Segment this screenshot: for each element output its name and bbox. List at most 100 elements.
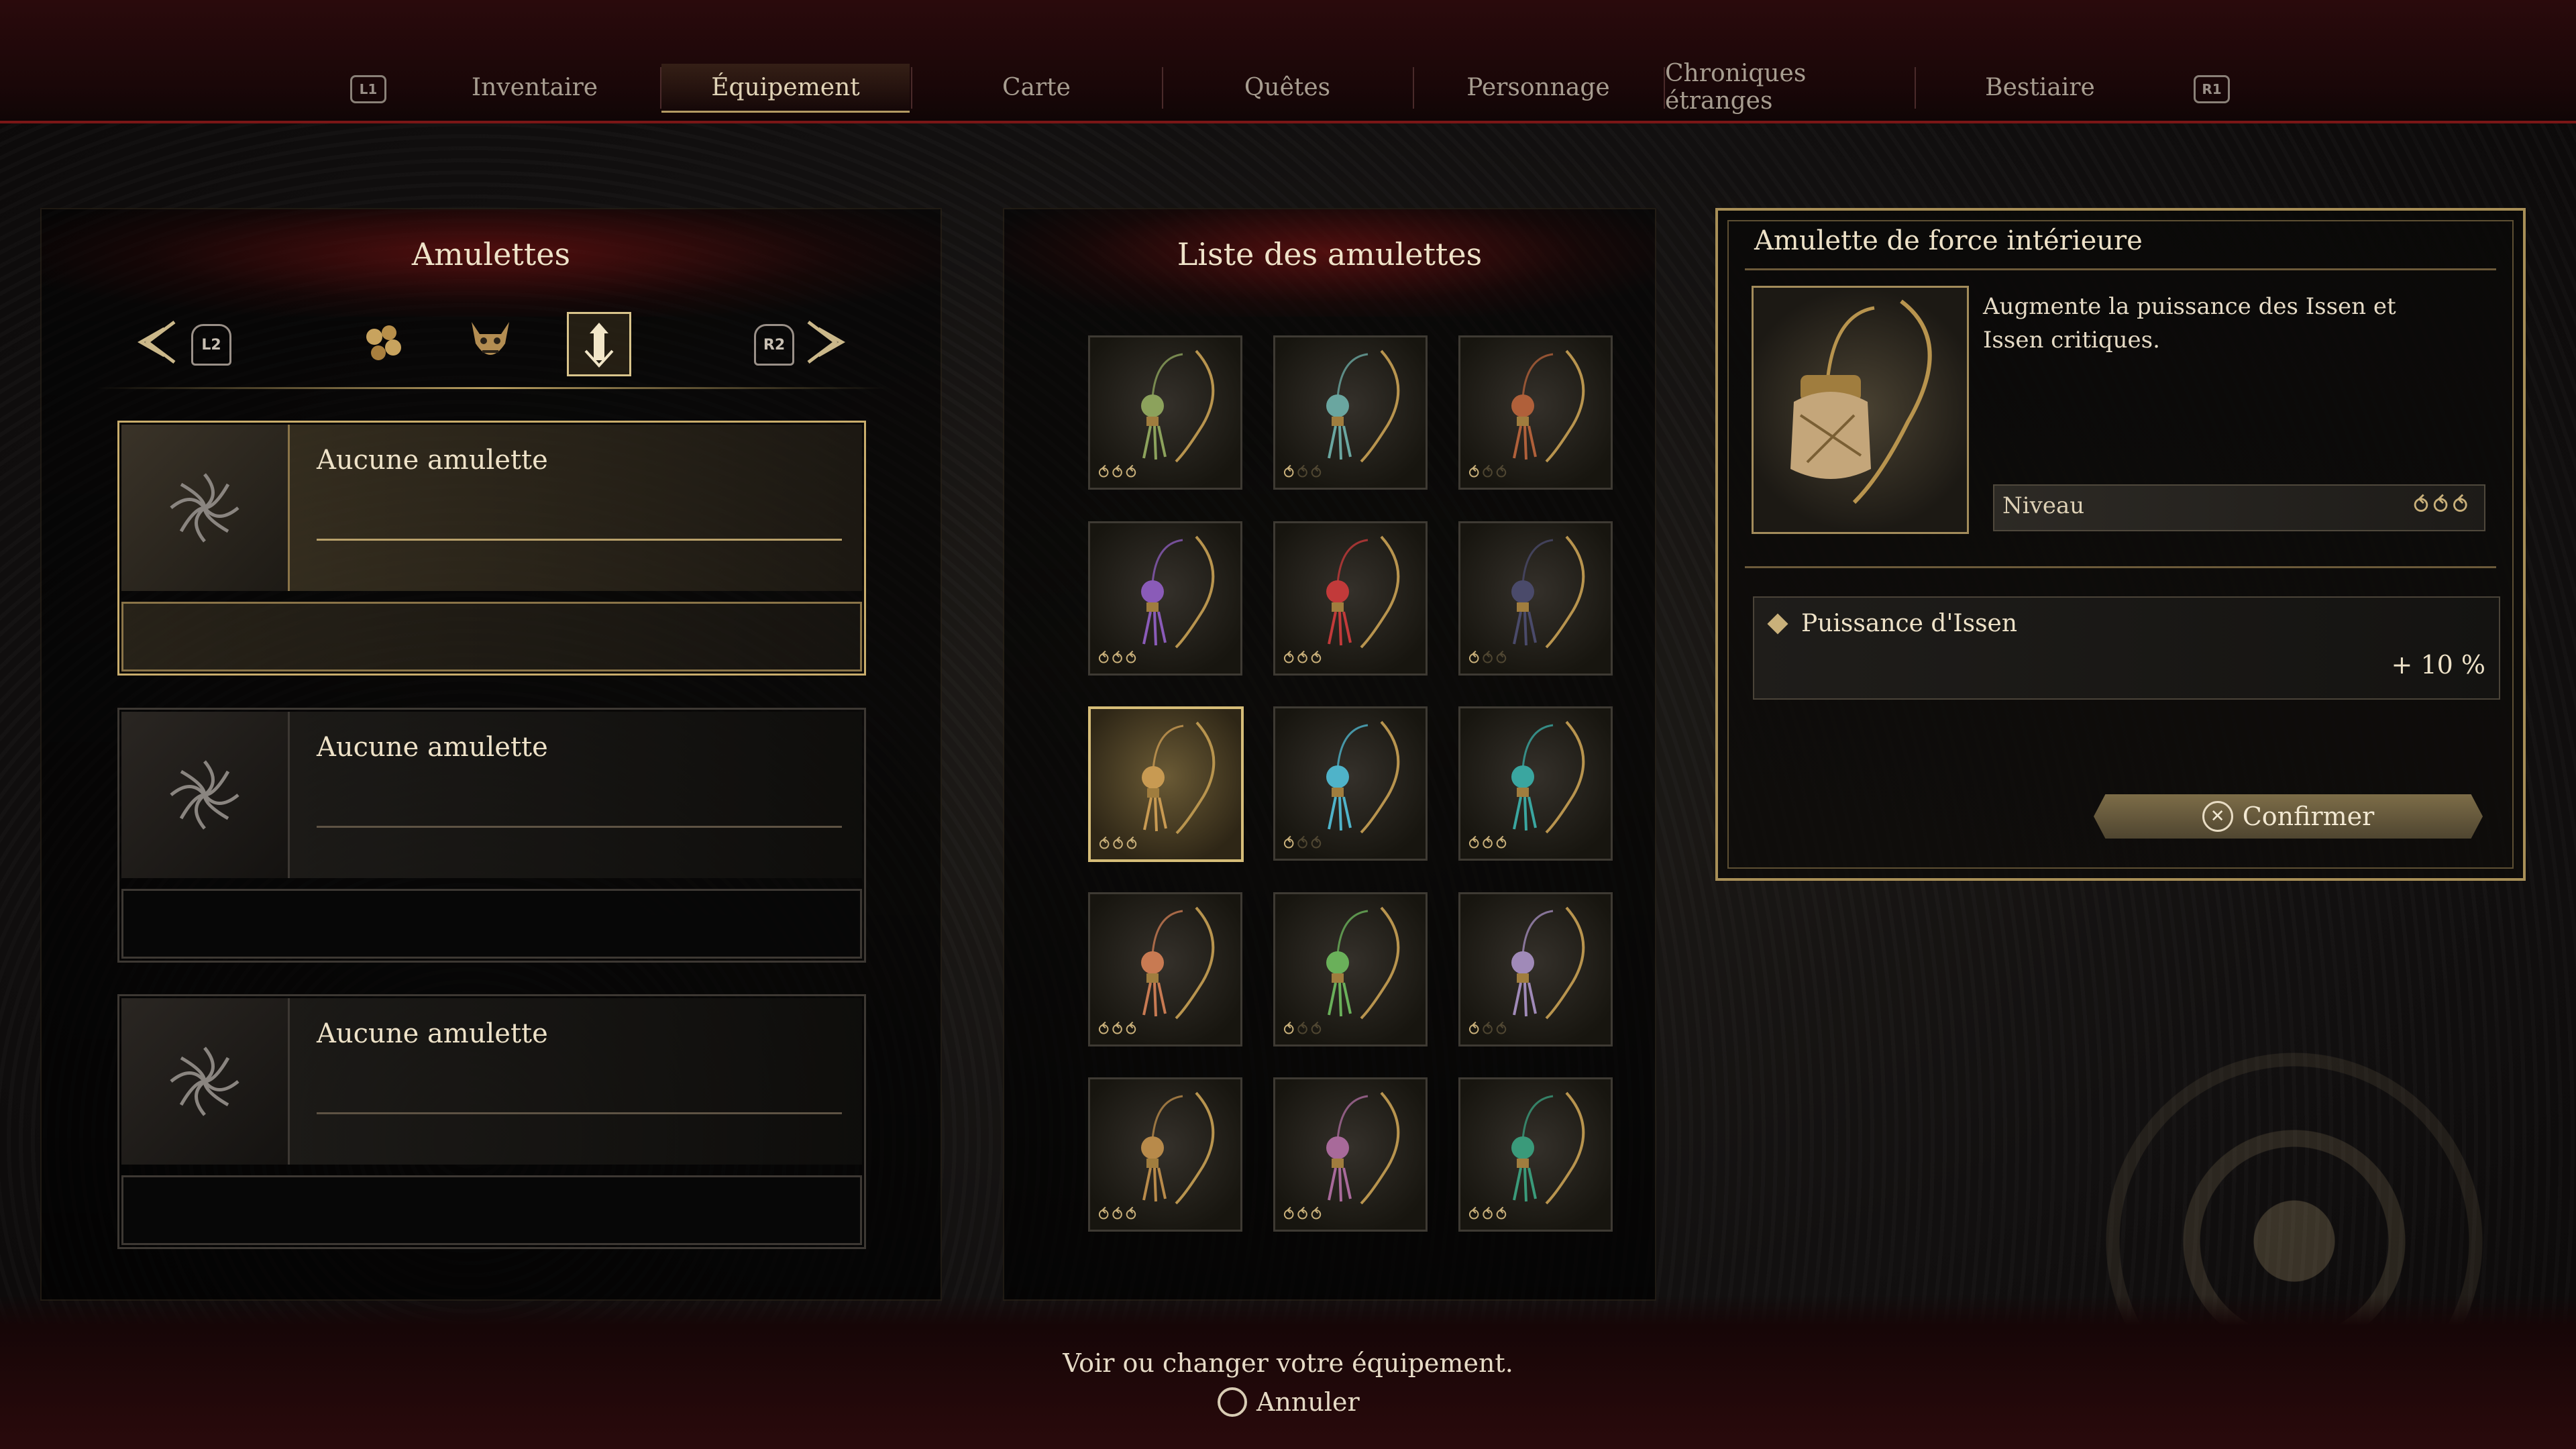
slot-name-area: Aucune amulette: [290, 425, 862, 591]
empty-slot-icon: [121, 998, 290, 1165]
slot-name-area: Aucune amulette: [290, 998, 862, 1165]
slot-underline: [317, 539, 842, 541]
tab-separator: [1413, 67, 1414, 109]
next-category-arrow-icon[interactable]: [802, 315, 855, 369]
main-tabs: Inventaire Équipement Carte Quêtes Personnag…: [0, 60, 2576, 115]
level-indicator: ⥀⥀⥀: [1283, 1020, 1325, 1039]
amulet-list-item[interactable]: ⥀⥀⥀: [1088, 521, 1242, 676]
cancel-button[interactable]: Annuler: [1218, 1387, 1360, 1417]
tab-0[interactable]: Inventaire: [411, 64, 659, 111]
amulet-list-item[interactable]: ⥀⥀⥀: [1273, 706, 1428, 861]
level-indicator: ⥀⥀⥀: [1098, 1020, 1140, 1039]
level-indicator: ⥀⥀⥀: [1283, 1205, 1325, 1224]
amulet-description: Augmente la puissance des Issen et Issen…: [1983, 293, 2396, 354]
amulet-icon: [1326, 720, 1400, 834]
amulet-icon: [1142, 721, 1216, 835]
stat-name: Puissance d'Issen: [1801, 610, 2018, 637]
amulet-icon: [1326, 535, 1400, 649]
divider: [95, 387, 887, 389]
amulet-list-item[interactable]: ⥀⥀⥀: [1088, 892, 1242, 1046]
amulet-icon: [1326, 906, 1400, 1020]
amulet-list-item[interactable]: ⥀⥀⥀: [1273, 1077, 1428, 1232]
level-indicator: ⥀⥀⥀: [1099, 835, 1140, 854]
prev-category-arrow-icon[interactable]: [127, 315, 181, 369]
tab-6[interactable]: Bestiaire: [1916, 64, 2164, 111]
amulet-icon: [1141, 1091, 1215, 1205]
level-indicator: ⥀⥀⥀: [1098, 1205, 1140, 1224]
amulet-icon: [1511, 720, 1585, 834]
amulet-list-item[interactable]: ⥀⥀⥀: [1088, 335, 1242, 490]
amulet-category-icon[interactable]: [567, 312, 631, 376]
tab-1[interactable]: Équipement: [661, 64, 910, 113]
amulet-list-item[interactable]: ⥀⥀⥀: [1458, 521, 1613, 676]
level-indicator: ⥀⥀⥀: [1468, 1205, 1510, 1224]
amulet-list-item[interactable]: ⥀⥀⥀: [1458, 706, 1613, 861]
panel-title: Amulettes: [411, 236, 571, 272]
level-label: Niveau: [2002, 492, 2085, 519]
panel-title: Liste des amulettes: [1177, 236, 1483, 272]
divider: [1745, 566, 2496, 568]
amulet-icon: [1326, 350, 1400, 463]
amulet-list-item[interactable]: ⥀⥀⥀: [1273, 892, 1428, 1046]
amulet-icon: [1326, 1091, 1400, 1205]
slot-name: Aucune amulette: [317, 732, 548, 763]
amulet-list-item[interactable]: ⥀⥀⥀: [1273, 521, 1428, 676]
level-indicator: ⥀⥀⥀: [1468, 835, 1510, 853]
amulet-list-item[interactable]: ⥀⥀⥀: [1458, 892, 1613, 1046]
slot-effect-area: [121, 602, 862, 672]
confirm-label: Confirmer: [2242, 802, 2375, 831]
level-indicator: ⥀⥀⥀: [1468, 464, 1510, 482]
beads-icon[interactable]: [354, 312, 414, 372]
level-indicator: ⥀⥀⥀: [1468, 649, 1510, 668]
tab-separator: [1915, 67, 1916, 109]
tab-separator: [660, 67, 661, 109]
oni-mask-icon[interactable]: [460, 312, 521, 372]
level-indicator: ⥀⥀⥀: [1283, 649, 1325, 668]
amulet-icon: [1141, 350, 1215, 463]
empty-slot-icon: [121, 425, 290, 591]
tab-separator: [1664, 67, 1665, 109]
tab-5[interactable]: Chroniques étranges: [1665, 60, 1913, 115]
tab-2[interactable]: Carte: [912, 64, 1161, 111]
amulet-icon: [1511, 906, 1585, 1020]
slot-effect-area: [121, 889, 862, 959]
level-indicator: ⥀⥀⥀: [1283, 835, 1325, 853]
empty-slot-icon: [121, 712, 290, 878]
amulet-list-item[interactable]: ⥀⥀⥀: [1458, 1077, 1613, 1232]
amulet-list-item[interactable]: ⥀⥀⥀: [1088, 1077, 1242, 1232]
level-indicator: ⥀⥀⥀: [1283, 464, 1325, 482]
divider: [1745, 268, 2496, 270]
level-indicator: ⥀⥀⥀: [1098, 464, 1140, 482]
level-indicator: ⥀⥀⥀: [2413, 492, 2472, 519]
slot-name: Aucune amulette: [317, 1018, 548, 1049]
level-bar: Niveau ⥀⥀⥀: [1993, 484, 2485, 531]
tab-4[interactable]: Personnage: [1414, 64, 1662, 111]
amulet-list-item[interactable]: ⥀⥀⥀: [1088, 706, 1244, 862]
slot-underline: [317, 826, 842, 828]
tab-3[interactable]: Quêtes: [1163, 64, 1411, 111]
amulet-icon: [1511, 1091, 1585, 1205]
tab-separator: [1162, 67, 1163, 109]
amulet-list-item[interactable]: ⥀⥀⥀: [1458, 335, 1613, 490]
l2-button-hint[interactable]: L2: [191, 324, 231, 366]
slot-name: Aucune amulette: [317, 445, 548, 476]
level-indicator: ⥀⥀⥀: [1098, 649, 1140, 668]
stat-diamond-icon: [1767, 613, 1788, 635]
amulet-icon: [1141, 535, 1215, 649]
amulet-slot-1[interactable]: Aucune amulette: [117, 421, 866, 676]
tab-separator: [911, 67, 912, 109]
stat-value: + 10 %: [2391, 650, 2485, 680]
confirm-button[interactable]: ✕ Confirmer: [2094, 794, 2483, 839]
slot-name-area: Aucune amulette: [290, 712, 862, 878]
selected-amulet-image: [1752, 286, 1969, 534]
amulet-slot-3[interactable]: Aucune amulette: [117, 994, 866, 1249]
stat-box: Puissance d'Issen + 10 %: [1753, 596, 2500, 700]
r2-button-hint[interactable]: R2: [754, 324, 794, 366]
cancel-label: Annuler: [1256, 1387, 1360, 1417]
amulet-slot-2[interactable]: Aucune amulette: [117, 708, 866, 963]
cross-button-icon: ✕: [2202, 801, 2233, 832]
amulet-list-item[interactable]: ⥀⥀⥀: [1273, 335, 1428, 490]
circle-button-icon: [1218, 1387, 1247, 1417]
amulet-detail-panel: Amulette de force intérieure Augmente la…: [1715, 208, 2526, 881]
level-indicator: ⥀⥀⥀: [1468, 1020, 1510, 1039]
